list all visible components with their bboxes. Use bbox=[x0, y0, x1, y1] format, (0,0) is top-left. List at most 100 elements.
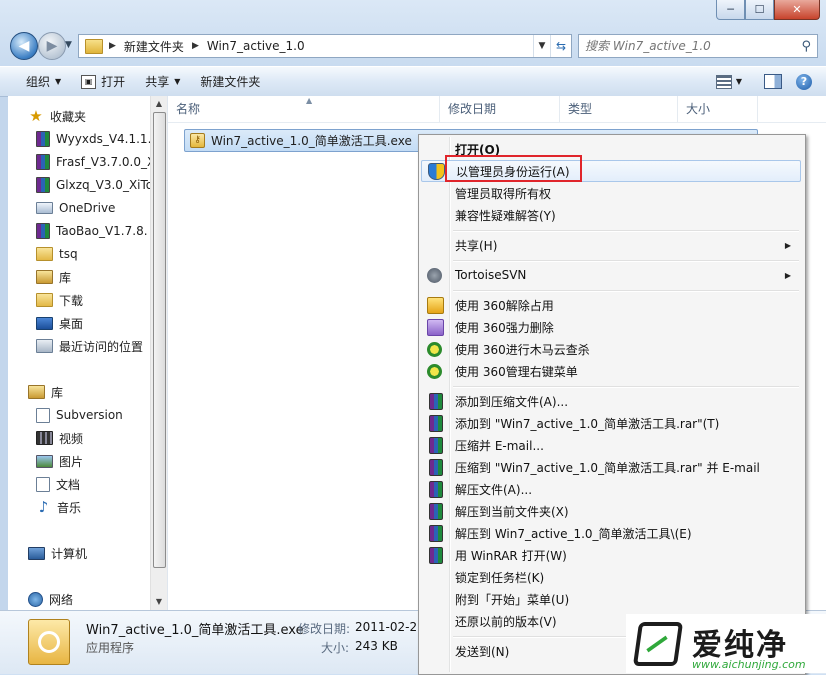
network-icon bbox=[28, 591, 43, 607]
menu-item-360-force-delete[interactable]: 使用 360强力删除 bbox=[421, 316, 801, 338]
scrollbar-thumb[interactable] bbox=[153, 112, 166, 568]
menu-item-extract-here[interactable]: 解压到当前文件夹(X) bbox=[421, 500, 801, 522]
menu-item-troubleshoot-compatibility[interactable]: 兼容性疑难解答(Y) bbox=[421, 204, 801, 226]
menu-separator bbox=[453, 290, 799, 292]
menu-item-pin-start[interactable]: 附到「开始」菜单(U) bbox=[421, 588, 801, 610]
menu-item-share[interactable]: 共享(H) ▶ bbox=[421, 234, 801, 256]
menu-item-label: 解压到当前文件夹(X) bbox=[455, 504, 569, 519]
menu-item-360-trojan-scan[interactable]: 使用 360进行木马云查杀 bbox=[421, 338, 801, 360]
share-button[interactable]: 共享 ▼ bbox=[135, 67, 190, 96]
menu-item-take-ownership[interactable]: 管理员取得所有权 bbox=[421, 182, 801, 204]
sidebar-item-subversion[interactable]: Subversion bbox=[36, 404, 123, 426]
sidebar-item-favorite[interactable]: Frasf_V3.7.0.0_X bbox=[36, 151, 150, 173]
sidebar-item-favorite[interactable]: Wyyxds_V4.1.1. bbox=[36, 128, 150, 150]
sidebar-item-documents[interactable]: 文档 bbox=[36, 473, 80, 495]
scroll-down-icon[interactable]: ▼ bbox=[151, 594, 167, 610]
sidebar-item-computer[interactable]: 计算机 bbox=[28, 542, 87, 564]
winrar-icon bbox=[429, 414, 443, 432]
sidebar-item-favorite[interactable]: Glxzq_V3.0_XiTo bbox=[36, 174, 150, 196]
sidebar-item-onedrive[interactable]: OneDrive bbox=[36, 197, 115, 219]
forward-button[interactable]: ▶ bbox=[38, 32, 66, 60]
menu-item-add-to-archive[interactable]: 添加到压缩文件(A)... bbox=[421, 390, 801, 412]
command-bar: 组织 ▼ ▣ 打开 共享 ▼ 新建文件夹 ▼ ? bbox=[0, 66, 826, 97]
sidebar-item-libraries[interactable]: 库 bbox=[28, 381, 63, 403]
menu-item-360-manage-menu[interactable]: 使用 360管理右键菜单 bbox=[421, 360, 801, 382]
menu-item-label: 附到「开始」菜单(U) bbox=[455, 592, 570, 607]
view-dropdown-icon[interactable]: ▼ bbox=[736, 77, 742, 86]
menu-item-label: 压缩到 "Win7_active_1.0_简单激活工具.rar" 并 E-mai… bbox=[455, 460, 760, 475]
menu-item-360-unlock[interactable]: 使用 360解除占用 bbox=[421, 294, 801, 316]
menu-item-label: 用 WinRAR 打开(W) bbox=[455, 548, 567, 563]
menu-item-label: 管理员取得所有权 bbox=[455, 186, 552, 201]
preview-pane-icon[interactable] bbox=[764, 74, 782, 89]
refresh-button[interactable]: ⇆ bbox=[550, 35, 571, 57]
winrar-icon bbox=[429, 480, 443, 498]
menu-separator bbox=[453, 260, 799, 262]
sidebar-scrollbar[interactable]: ▲ ▼ bbox=[150, 96, 167, 610]
menu-item-label: 兼容性疑难解答(Y) bbox=[455, 208, 556, 223]
sort-ascending-icon: ▲ bbox=[306, 96, 313, 105]
menu-item-tortoisesvn[interactable]: TortoiseSVN ▶ bbox=[421, 264, 801, 286]
help-icon[interactable]: ? bbox=[796, 73, 812, 90]
menu-item-compress-email[interactable]: 压缩并 E-mail... bbox=[421, 434, 801, 456]
sidebar-item-pictures[interactable]: 图片 bbox=[36, 450, 83, 472]
sidebar-item-label: OneDrive bbox=[59, 201, 116, 215]
sidebar-item-network[interactable]: 网络 bbox=[28, 588, 73, 610]
menu-item-label: 发送到(N) bbox=[455, 644, 510, 659]
breadcrumb-item[interactable]: Win7_active_1.0 bbox=[201, 39, 311, 53]
new-folder-button[interactable]: 新建文件夹 bbox=[190, 67, 270, 96]
winrar-icon bbox=[429, 436, 443, 454]
details-size-label: 大小: bbox=[321, 641, 350, 655]
star-icon: ★ bbox=[29, 107, 43, 125]
back-button[interactable]: ◀ bbox=[10, 32, 38, 60]
menu-item-label: 锁定到任务栏(K) bbox=[455, 570, 545, 585]
sidebar-item-downloads[interactable]: 下载 bbox=[36, 289, 83, 311]
breadcrumb-separator-icon[interactable]: ▶ bbox=[107, 41, 118, 51]
column-date[interactable]: 修改日期 bbox=[440, 96, 560, 122]
menu-item-extract-to-folder[interactable]: 解压到 Win7_active_1.0_简单激活工具\(E) bbox=[421, 522, 801, 544]
organize-label: 组织 bbox=[26, 75, 51, 89]
sidebar-item-music[interactable]: ♪ 音乐 bbox=[36, 496, 81, 518]
address-dropdown-button[interactable]: ▼ bbox=[533, 35, 550, 57]
context-menu: 打开(O) 以管理员身份运行(A) 管理员取得所有权 兼容性疑难解答(Y) 共享… bbox=[418, 134, 806, 675]
column-type[interactable]: 类型 bbox=[560, 96, 678, 122]
sidebar-item-library[interactable]: 库 bbox=[36, 266, 71, 288]
360-unlock-icon bbox=[427, 296, 444, 314]
sidebar-item-favorites[interactable]: ★ 收藏夹 bbox=[28, 105, 86, 127]
column-name[interactable]: 名称 bbox=[168, 96, 440, 122]
search-input[interactable] bbox=[579, 38, 787, 54]
sidebar-item-label: 收藏夹 bbox=[50, 109, 87, 124]
subversion-icon bbox=[36, 407, 50, 423]
menu-item-pin-taskbar[interactable]: 锁定到任务栏(K) bbox=[421, 566, 801, 588]
sidebar-item-desktop[interactable]: 桌面 bbox=[36, 312, 83, 334]
open-program-icon: ▣ bbox=[81, 74, 97, 89]
maximize-button[interactable]: ☐ bbox=[745, 0, 774, 20]
winrar-icon bbox=[429, 458, 443, 476]
menu-item-open-with-winrar[interactable]: 用 WinRAR 打开(W) bbox=[421, 544, 801, 566]
menu-item-extract-files[interactable]: 解压文件(A)... bbox=[421, 478, 801, 500]
recent-pages-dropdown[interactable]: ▼ bbox=[65, 40, 72, 50]
close-button[interactable]: ✕ bbox=[774, 0, 820, 20]
address-bar[interactable]: ▶ 新建文件夹 ▶ Win7_active_1.0 ▼ ⇆ bbox=[78, 34, 572, 58]
breadcrumb-item[interactable]: 新建文件夹 bbox=[118, 38, 190, 55]
open-button[interactable]: ▣ 打开 bbox=[71, 67, 135, 96]
menu-item-compress-to-rar-email[interactable]: 压缩到 "Win7_active_1.0_简单激活工具.rar" 并 E-mai… bbox=[421, 456, 801, 478]
sidebar-item-videos[interactable]: 视频 bbox=[36, 427, 83, 449]
view-options-icon[interactable] bbox=[715, 74, 732, 89]
sidebar-item-tsq[interactable]: tsq bbox=[36, 243, 78, 265]
scroll-up-icon[interactable]: ▲ bbox=[151, 96, 167, 112]
breadcrumb-separator-icon[interactable]: ▶ bbox=[190, 41, 201, 51]
search-box[interactable]: ⚲ bbox=[578, 34, 818, 58]
winrar-icon bbox=[36, 131, 50, 147]
column-size[interactable]: 大小 bbox=[678, 96, 758, 122]
winrar-icon bbox=[36, 223, 50, 239]
sidebar-item-label: 视频 bbox=[59, 431, 84, 446]
organize-button[interactable]: 组织 ▼ bbox=[0, 67, 71, 96]
search-icon[interactable]: ⚲ bbox=[801, 39, 811, 54]
open-label: 打开 bbox=[101, 75, 126, 89]
sidebar-item-label: Wyyxds_V4.1.1. bbox=[56, 132, 150, 146]
sidebar-item-favorite[interactable]: TaoBao_V1.7.8. bbox=[36, 220, 148, 242]
minimize-button[interactable]: ─ bbox=[716, 0, 745, 20]
menu-item-add-to-rar[interactable]: 添加到 "Win7_active_1.0_简单激活工具.rar"(T) bbox=[421, 412, 801, 434]
sidebar-item-recent-places[interactable]: 最近访问的位置 bbox=[36, 335, 143, 357]
